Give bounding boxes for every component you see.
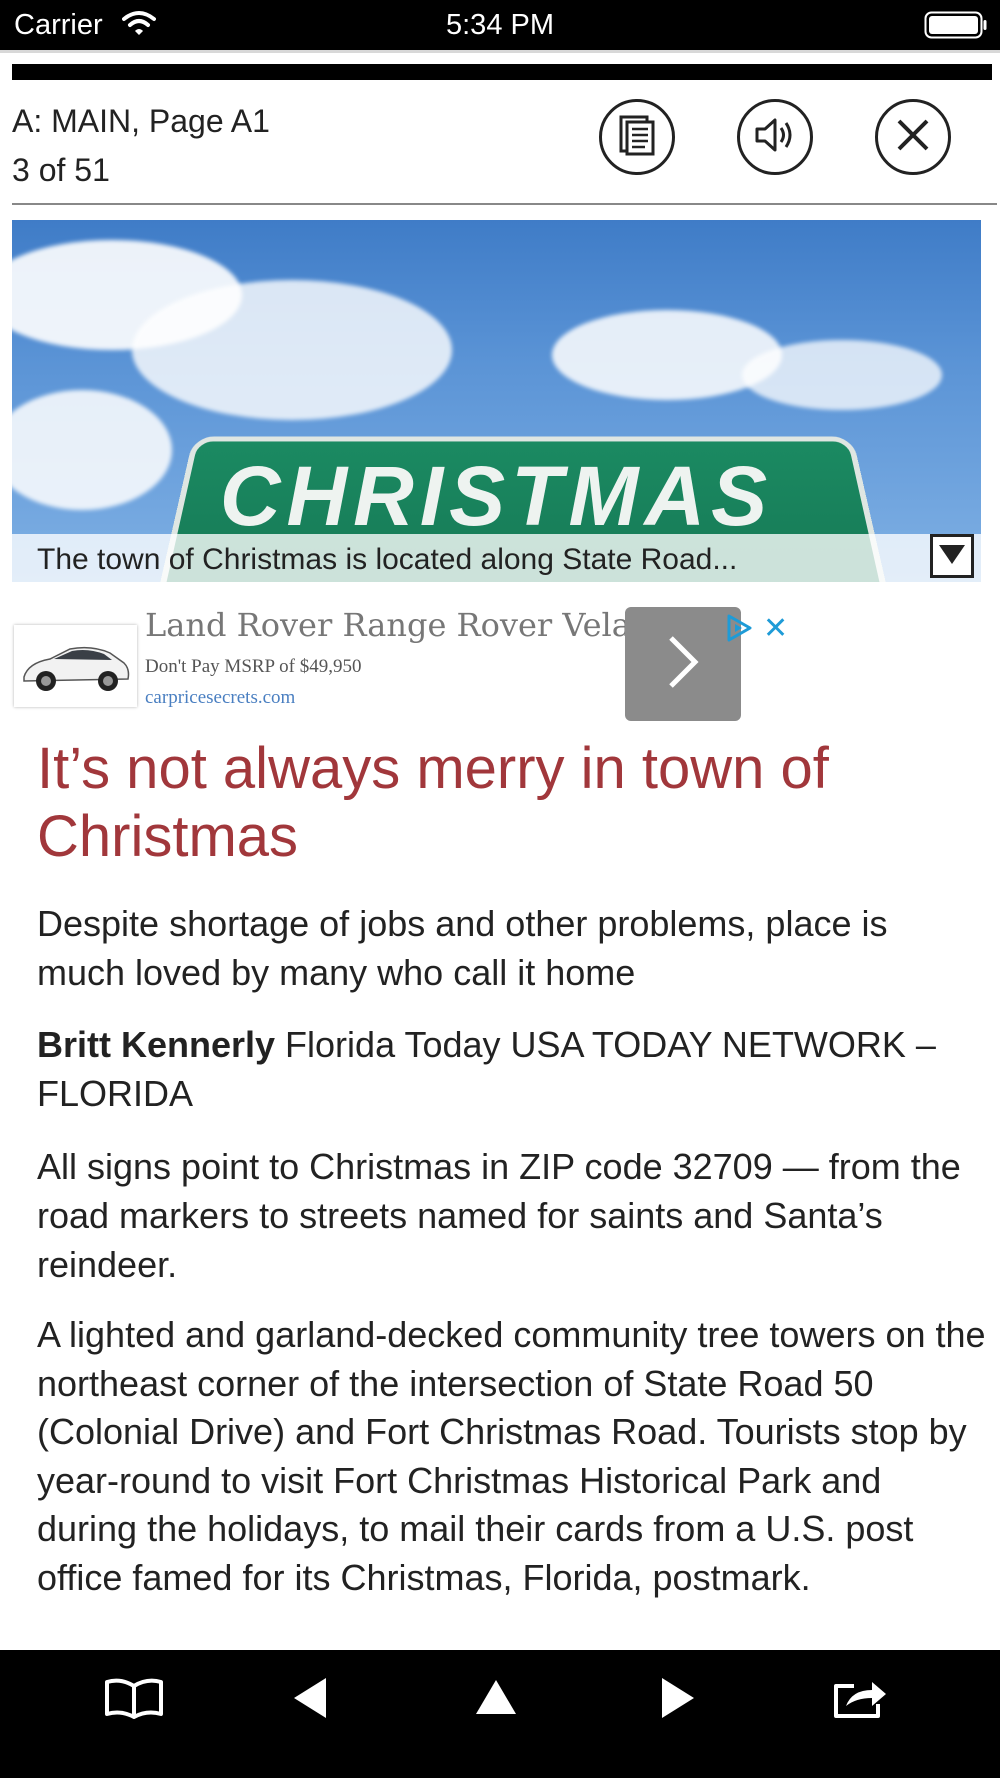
- page-position: 3 of 51: [12, 152, 110, 188]
- clock: 5:34 PM: [446, 9, 554, 41]
- triangle-down-icon: [937, 542, 967, 571]
- previous-button[interactable]: [270, 1672, 350, 1728]
- author-name: Britt Kennerly: [37, 1024, 276, 1065]
- ad-close-button[interactable]: ✕: [763, 611, 788, 646]
- chevron-right-icon: [663, 634, 703, 695]
- up-icon: [474, 1678, 518, 1723]
- battery-icon: [924, 11, 988, 44]
- next-icon: [658, 1676, 698, 1725]
- close-icon: [893, 115, 933, 160]
- header-divider: [12, 203, 997, 205]
- share-button[interactable]: [820, 1672, 900, 1728]
- ad-url[interactable]: carpricesecrets.com: [145, 687, 295, 709]
- article-byline: Britt Kennerly Florida Today USA TODAY N…: [37, 1020, 977, 1118]
- hero-photo[interactable]: CHRISTMAS The town of Christmas is locat…: [12, 220, 981, 582]
- bottom-toolbar: [0, 1650, 1000, 1778]
- ad-car-image[interactable]: [14, 625, 137, 707]
- photo-caption: The town of Christmas is located along S…: [37, 543, 738, 576]
- adchoices-icon[interactable]: [724, 613, 754, 648]
- share-icon: [832, 1676, 888, 1725]
- audio-button[interactable]: [737, 99, 813, 175]
- page-view-button[interactable]: [599, 99, 675, 175]
- up-button[interactable]: [456, 1672, 536, 1728]
- book-icon: [103, 1676, 165, 1725]
- ad-title[interactable]: Land Rover Range Rover Velar: [145, 606, 646, 644]
- previous-icon: [290, 1676, 330, 1725]
- photo-caption-bar: The town of Christmas is located along S…: [12, 534, 981, 582]
- article-paragraph: All signs point to Christmas in ZIP code…: [37, 1146, 961, 1285]
- cloud: [132, 280, 452, 420]
- sign-text: CHRISTMAS: [219, 449, 774, 543]
- ad-subtitle: Don't Pay MSRP of $49,950: [145, 656, 362, 677]
- caption-expand-button[interactable]: [930, 534, 974, 578]
- section-page-label: A: MAIN, Page A1: [12, 103, 270, 139]
- progress-bar: [12, 64, 992, 80]
- speaker-icon: [753, 115, 797, 160]
- top-divider: [0, 50, 1000, 53]
- status-bar: Carrier 5:34 PM: [0, 0, 1000, 50]
- cloud: [742, 340, 942, 410]
- page-view-icon: [615, 113, 659, 162]
- sections-button[interactable]: [94, 1672, 174, 1728]
- next-button[interactable]: [638, 1672, 718, 1728]
- article-paragraph: A lighted and garland-decked community t…: [37, 1314, 986, 1598]
- close-button[interactable]: [875, 99, 951, 175]
- article-headline: It’s not always merry in town of Christm…: [37, 736, 829, 869]
- article-deck: Despite shortage of jobs and other probl…: [37, 903, 888, 993]
